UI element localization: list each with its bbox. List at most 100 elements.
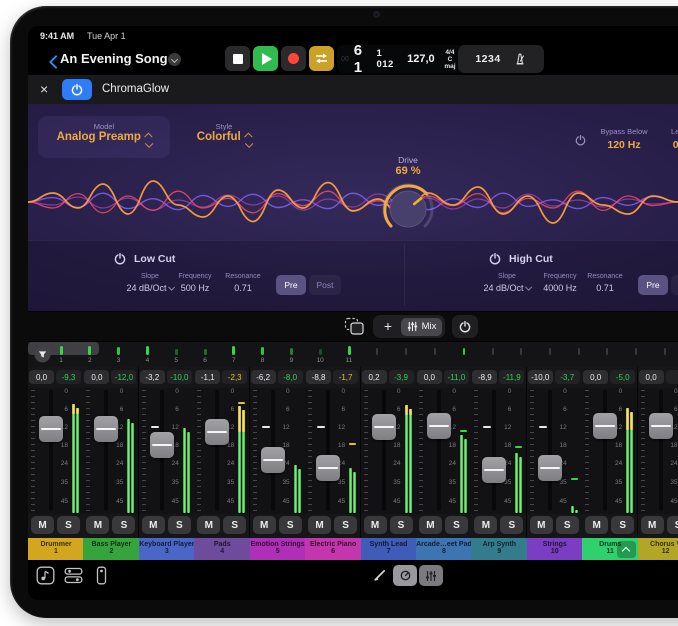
keyboard-button[interactable]	[92, 566, 111, 585]
stop-button[interactable]	[225, 46, 250, 71]
mute-button[interactable]: M	[86, 516, 109, 534]
highcut-slope[interactable]: Slope 24 dB/Oct	[479, 273, 535, 293]
track-label[interactable]: Pads4	[194, 538, 250, 560]
solo-button[interactable]: S	[445, 516, 468, 534]
track-label[interactable]: Strings10	[527, 538, 583, 560]
highcut-resonance[interactable]: Resonance 0.71	[581, 273, 629, 293]
track-label[interactable]: Drummer1	[28, 538, 84, 560]
volume-value[interactable]: 0,0	[583, 370, 608, 384]
fader-handle[interactable]	[316, 455, 340, 481]
edit-button[interactable]	[373, 568, 387, 582]
volume-value[interactable]: -6,2	[251, 370, 276, 384]
play-button[interactable]	[253, 46, 278, 71]
track-label[interactable]: Emotion Strings5	[250, 538, 306, 560]
metronome-icon[interactable]	[513, 52, 527, 66]
volume-value[interactable]: 0,0	[417, 370, 442, 384]
volume-value[interactable]: 0,0	[84, 370, 109, 384]
track-label[interactable]: Keyboard Player3	[139, 538, 195, 560]
solo-button[interactable]: S	[667, 516, 678, 534]
fader-handle[interactable]	[372, 414, 396, 440]
fader-handle[interactable]	[482, 457, 506, 483]
mix-toggle-button[interactable]: Mix	[401, 318, 442, 336]
solo-button[interactable]: S	[223, 516, 246, 534]
song-title[interactable]: An Evening Song	[60, 51, 168, 66]
fader-handle[interactable]	[150, 432, 174, 458]
volume-value[interactable]: -3,2	[140, 370, 165, 384]
song-menu-button[interactable]	[168, 53, 181, 66]
fader-handle[interactable]	[94, 416, 118, 442]
fader-handle[interactable]	[538, 455, 562, 481]
mixer-view-button[interactable]	[419, 565, 443, 586]
count-in-button[interactable]: 1234	[475, 53, 500, 65]
fader-handle[interactable]	[261, 447, 285, 473]
style-selector[interactable]: Style Colorful	[176, 116, 272, 158]
model-selector[interactable]: Model Analog Preamp	[38, 116, 170, 158]
lowcut-frequency[interactable]: Frequency 500 Hz	[171, 273, 219, 293]
volume-value[interactable]: 0,0	[639, 370, 664, 384]
fader-handle[interactable]	[649, 413, 673, 439]
cycle-button[interactable]	[309, 46, 334, 71]
record-button[interactable]	[281, 46, 306, 71]
loops-browser-button[interactable]	[36, 566, 55, 585]
solo-button[interactable]: S	[390, 516, 413, 534]
highcut-power-button[interactable]	[489, 252, 501, 270]
mute-button[interactable]: M	[419, 516, 442, 534]
bypass-below-control[interactable]: Bypass Below 120 Hz	[593, 127, 655, 151]
close-plugin-button[interactable]: ×	[40, 81, 48, 97]
plugin-power-button[interactable]	[62, 79, 92, 100]
track-label[interactable]: Arcade…eet Pad8	[416, 538, 472, 560]
volume-value[interactable]: -8,9	[472, 370, 497, 384]
fader-handle[interactable]	[427, 413, 451, 439]
solo-button[interactable]: S	[279, 516, 302, 534]
highcut-pre-button[interactable]: Pre	[638, 275, 668, 295]
volume-value[interactable]: -8,8	[306, 370, 331, 384]
controls-view-button[interactable]	[393, 565, 417, 586]
track-label[interactable]: Bass Player2	[83, 538, 139, 560]
track-label[interactable]: Drums11	[582, 538, 638, 560]
level-control[interactable]: Level 0.0	[660, 127, 678, 151]
bar-ruler[interactable]: 1234567891011	[28, 341, 678, 369]
highcut-frequency[interactable]: Frequency 4000 Hz	[536, 273, 584, 293]
lowcut-post-button[interactable]: Post	[309, 275, 341, 295]
mute-button[interactable]: M	[308, 516, 331, 534]
track-label[interactable]: Arp Synth9	[471, 538, 527, 560]
solo-button[interactable]: S	[611, 516, 634, 534]
track-label[interactable]: Electric Piano6	[305, 538, 361, 560]
filter-icon[interactable]	[34, 346, 51, 363]
fader-handle[interactable]	[205, 419, 229, 445]
lowcut-power-button[interactable]	[114, 252, 126, 270]
solo-button[interactable]: S	[112, 516, 135, 534]
lowcut-slope[interactable]: Slope 24 dB/Oct	[122, 273, 178, 293]
solo-button[interactable]: S	[57, 516, 80, 534]
fader-handle[interactable]	[39, 416, 63, 442]
mute-button[interactable]: M	[530, 516, 553, 534]
lcd-display[interactable]: 00 6 1 1 012 127,0 4/4 C maj MIDI	[337, 45, 478, 73]
volume-value[interactable]: 0,2	[362, 370, 387, 384]
expand-track-button[interactable]	[617, 541, 636, 558]
mute-button[interactable]: M	[585, 516, 608, 534]
drive-knob[interactable]	[378, 179, 438, 239]
duplicate-button[interactable]	[344, 317, 365, 336]
mute-button[interactable]: M	[197, 516, 220, 534]
mute-button[interactable]: M	[474, 516, 497, 534]
mute-button[interactable]: M	[31, 516, 54, 534]
solo-button[interactable]: S	[334, 516, 357, 534]
mute-button[interactable]: M	[142, 516, 165, 534]
track-label[interactable]: Chorus V12	[638, 538, 678, 560]
volume-value[interactable]: -1,1	[195, 370, 220, 384]
mixer-power-button[interactable]	[452, 315, 478, 338]
bypass-power-button[interactable]	[575, 133, 586, 151]
lowcut-pre-button[interactable]: Pre	[276, 275, 306, 295]
highcut-post-button[interactable]: Post	[671, 275, 678, 295]
volume-value[interactable]: 0,0	[29, 370, 54, 384]
fader-handle[interactable]	[593, 413, 617, 439]
solo-button[interactable]: S	[168, 516, 191, 534]
mute-button[interactable]: M	[253, 516, 276, 534]
back-button[interactable]	[38, 48, 56, 68]
volume-value[interactable]: -10,0	[528, 370, 553, 384]
mute-button[interactable]: M	[364, 516, 387, 534]
browser-button[interactable]	[64, 566, 83, 585]
add-track-button[interactable]: +	[377, 315, 399, 338]
lowcut-resonance[interactable]: Resonance 0.71	[219, 273, 267, 293]
solo-button[interactable]: S	[500, 516, 523, 534]
